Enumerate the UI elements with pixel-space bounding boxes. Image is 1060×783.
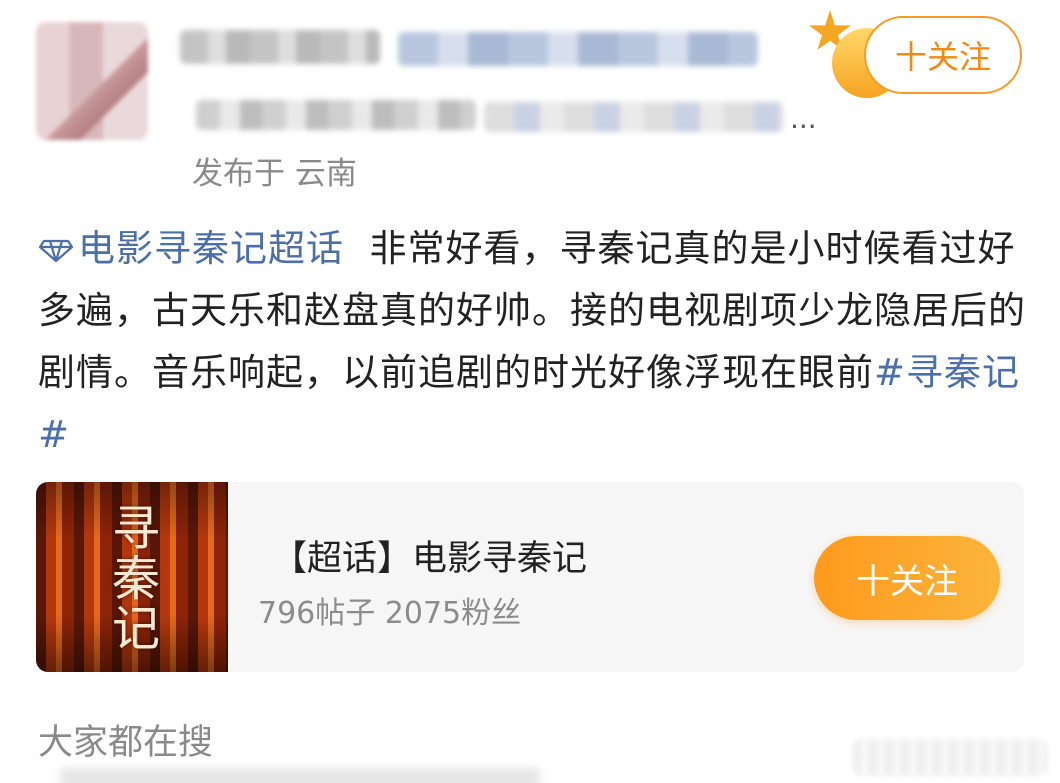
post-body: 电影寻秦记超话 非常好看，寻秦记真的是小时候看过好多遍，古天乐和赵盘真的好帅。接…: [38, 218, 1028, 466]
supertopic-link-label: 电影寻秦记超话: [78, 227, 344, 270]
supertopic-card[interactable]: 寻秦记 【超话】电影寻秦记 796帖子 2075粉丝 十关注: [36, 482, 1024, 672]
post-header: ... 发布于 云南 十关注: [0, 0, 1060, 200]
supertopic-stats: 796帖子 2075粉丝: [258, 596, 522, 631]
follow-user-button[interactable]: 十关注: [864, 16, 1022, 94]
blurred-watermark: [852, 738, 1048, 776]
trending-search-heading: 大家都在搜: [38, 723, 214, 763]
blurred-username[interactable]: [180, 30, 380, 64]
diamond-topic-icon: [38, 239, 74, 263]
post-location: 发布于 云南: [192, 156, 357, 192]
follow-supertopic-button[interactable]: 十关注: [814, 536, 1000, 620]
blurred-timestamp: [196, 100, 476, 130]
blurred-user-badge: [398, 32, 758, 66]
supertopic-title: 【超话】电影寻秦记: [272, 539, 588, 579]
blurred-source: [484, 102, 784, 132]
supertopic-poster: 寻秦记: [36, 482, 228, 672]
blurred-search-row: [60, 768, 540, 783]
truncation-ellipsis: ...: [790, 102, 817, 135]
user-avatar[interactable]: [36, 22, 148, 140]
supertopic-link[interactable]: 电影寻秦记超话: [38, 227, 344, 270]
poster-title: 寻秦记: [111, 501, 160, 657]
